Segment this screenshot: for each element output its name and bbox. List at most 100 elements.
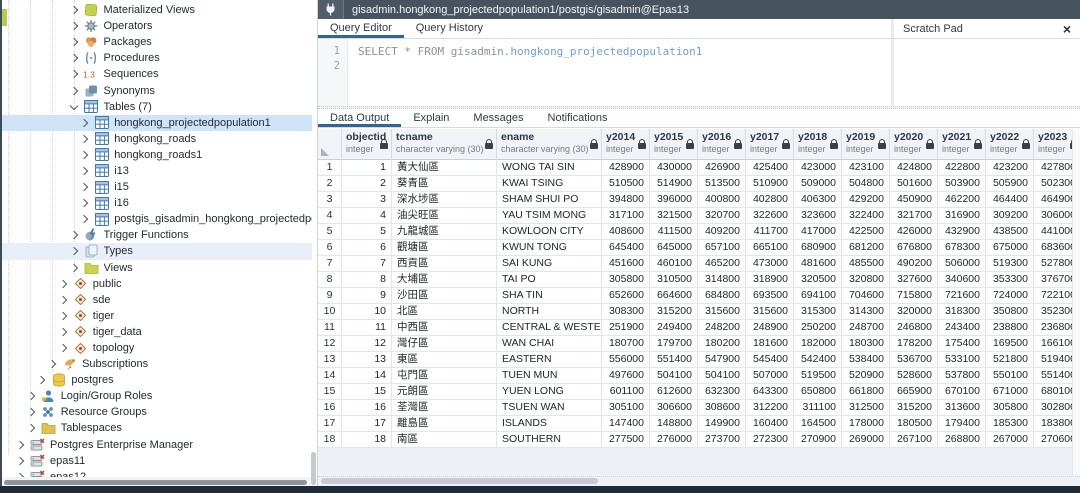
cell-y2015[interactable]: 321500 xyxy=(650,208,698,224)
cell-y2017[interactable]: 473000 xyxy=(746,256,794,272)
cell-y2017[interactable]: 181600 xyxy=(746,336,794,352)
cell-y2014[interactable]: 147400 xyxy=(602,416,650,432)
cell-y2019[interactable]: 322400 xyxy=(842,208,890,224)
cell-objectid[interactable]: 15 xyxy=(342,384,392,400)
cell-objectid[interactable]: 1 xyxy=(342,160,392,176)
sidebar-vscrollbar-thumb[interactable] xyxy=(311,452,316,485)
cell-y2014[interactable]: 317100 xyxy=(602,208,650,224)
chevron-right-icon[interactable] xyxy=(26,392,34,400)
cell-y2014[interactable]: 556000 xyxy=(602,352,650,368)
chevron-right-icon[interactable] xyxy=(48,360,56,368)
select-all-corner[interactable] xyxy=(318,129,342,160)
cell-y2015[interactable]: 664600 xyxy=(650,288,698,304)
cell-ename[interactable]: WAN CHAI xyxy=(497,336,602,352)
cell-y2019[interactable]: 178000 xyxy=(842,416,890,432)
row-number[interactable]: 8 xyxy=(318,272,342,288)
cell-y2019[interactable]: 314300 xyxy=(842,304,890,320)
cell-y2018[interactable]: 250200 xyxy=(794,320,842,336)
cell-y2017[interactable]: 545400 xyxy=(746,352,794,368)
row-number[interactable]: 5 xyxy=(318,224,342,240)
row-number[interactable]: 4 xyxy=(318,208,342,224)
tree-item[interactable]: Operators xyxy=(0,18,312,34)
row-number[interactable]: 14 xyxy=(318,368,342,384)
cell-y2016[interactable]: 315600 xyxy=(698,304,746,320)
close-icon[interactable]: × xyxy=(1063,22,1071,36)
chevron-right-icon[interactable] xyxy=(80,199,88,207)
cell-y2018[interactable]: 680900 xyxy=(794,240,842,256)
cell-y2016[interactable]: 314800 xyxy=(698,272,746,288)
cell-y2020[interactable]: 715800 xyxy=(890,288,938,304)
cell-objectid[interactable]: 10 xyxy=(342,304,392,320)
cell-tcname[interactable]: 深水埗區 xyxy=(392,192,497,208)
cell-y2019[interactable]: 661800 xyxy=(842,384,890,400)
cell-y2018[interactable]: 270900 xyxy=(794,432,842,448)
chevron-right-icon[interactable] xyxy=(69,86,77,94)
cell-y2020[interactable]: 665900 xyxy=(890,384,938,400)
cell-y2018[interactable]: 406300 xyxy=(794,192,842,208)
cell-y2018[interactable]: 694100 xyxy=(794,288,842,304)
cell-y2019[interactable]: 429200 xyxy=(842,192,890,208)
cell-y2022[interactable]: 464400 xyxy=(986,192,1034,208)
cell-y2016[interactable]: 657100 xyxy=(698,240,746,256)
cell-y2016[interactable]: 513500 xyxy=(698,176,746,192)
cell-y2021[interactable]: 670100 xyxy=(938,384,986,400)
cell-y2015[interactable]: 514900 xyxy=(650,176,698,192)
tree-item[interactable]: Trigger Functions xyxy=(0,227,312,243)
cell-y2019[interactable]: 423100 xyxy=(842,160,890,176)
cell-y2016[interactable]: 547900 xyxy=(698,352,746,368)
tab-messages[interactable]: Messages xyxy=(461,109,535,127)
cell-ename[interactable]: YUEN LONG xyxy=(497,384,602,400)
cell-y2015[interactable]: 551400 xyxy=(650,352,698,368)
cell-y2014[interactable]: 451600 xyxy=(602,256,650,272)
cell-objectid[interactable]: 5 xyxy=(342,224,392,240)
cell-y2014[interactable]: 305100 xyxy=(602,400,650,416)
cell-y2022[interactable]: 267000 xyxy=(986,432,1034,448)
cell-y2015[interactable]: 504100 xyxy=(650,368,698,384)
cell-tcname[interactable]: 東區 xyxy=(392,352,497,368)
cell-y2017[interactable]: 272300 xyxy=(746,432,794,448)
cell-y2015[interactable]: 306600 xyxy=(650,400,698,416)
cell-y2016[interactable]: 308600 xyxy=(698,400,746,416)
cell-y2022[interactable]: 438500 xyxy=(986,224,1034,240)
cell-y2020[interactable]: 676800 xyxy=(890,240,938,256)
column-header-y2015[interactable]: y2015integer xyxy=(650,129,698,160)
cell-tcname[interactable]: 黃大仙區 xyxy=(392,160,497,176)
cell-tcname[interactable]: 沙田區 xyxy=(392,288,497,304)
cell-y2020[interactable]: 426000 xyxy=(890,224,938,240)
tree-item[interactable]: Materialized Views xyxy=(0,2,312,18)
cell-y2020[interactable]: 180500 xyxy=(890,416,938,432)
cell-y2014[interactable]: 510500 xyxy=(602,176,650,192)
cell-y2016[interactable]: 684800 xyxy=(698,288,746,304)
tree-item[interactable]: Subscriptions xyxy=(0,356,312,372)
cell-y2017[interactable]: 315600 xyxy=(746,304,794,320)
cell-y2019[interactable]: 485500 xyxy=(842,256,890,272)
cell-y2018[interactable]: 481600 xyxy=(794,256,842,272)
row-number[interactable]: 1 xyxy=(318,160,342,176)
cell-objectid[interactable]: 16 xyxy=(342,400,392,416)
cell-y2022[interactable]: 353300 xyxy=(986,272,1034,288)
cell-y2017[interactable]: 507000 xyxy=(746,368,794,384)
cell-y2019[interactable]: 538400 xyxy=(842,352,890,368)
cell-ename[interactable]: EASTERN xyxy=(497,352,602,368)
row-number[interactable]: 15 xyxy=(318,384,342,400)
cell-y2021[interactable]: 340600 xyxy=(938,272,986,288)
cell-y2021[interactable]: 462200 xyxy=(938,192,986,208)
column-header-ename[interactable]: enamecharacter varying (30) xyxy=(497,129,602,160)
cell-y2014[interactable]: 394800 xyxy=(602,192,650,208)
column-header-y2021[interactable]: y2021integer xyxy=(938,129,986,160)
cell-y2020[interactable]: 424800 xyxy=(890,160,938,176)
cell-y2021[interactable]: 179400 xyxy=(938,416,986,432)
cell-y2021[interactable]: 175400 xyxy=(938,336,986,352)
cell-y2018[interactable]: 423000 xyxy=(794,160,842,176)
cell-y2021[interactable]: 503900 xyxy=(938,176,986,192)
cell-y2021[interactable]: 268800 xyxy=(938,432,986,448)
cell-y2015[interactable]: 310500 xyxy=(650,272,698,288)
cell-tcname[interactable]: 葵青區 xyxy=(392,176,497,192)
row-number[interactable]: 13 xyxy=(318,352,342,368)
cell-y2015[interactable]: 249400 xyxy=(650,320,698,336)
cell-y2015[interactable]: 148800 xyxy=(650,416,698,432)
row-number[interactable]: 3 xyxy=(318,192,342,208)
cell-y2022[interactable]: 505900 xyxy=(986,176,1034,192)
tab-explain[interactable]: Explain xyxy=(401,109,461,127)
cell-y2021[interactable]: 537800 xyxy=(938,368,986,384)
